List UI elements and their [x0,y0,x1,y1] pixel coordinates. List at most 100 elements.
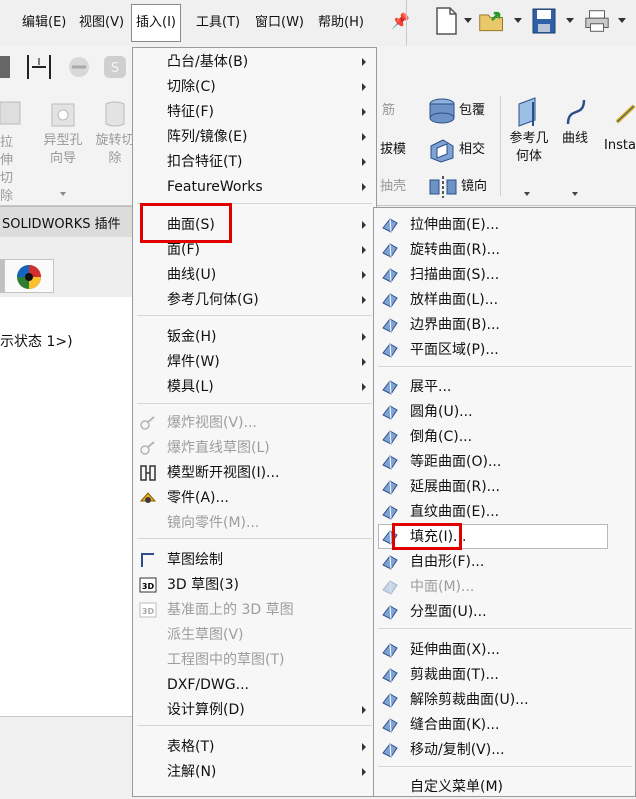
surface-menu-item-planar-surface[interactable]: 平面区域(P)... [410,338,499,362]
insert-menu-item-weldments[interactable]: 焊件(W) [167,350,220,374]
surface-menu-item-untrim-surface[interactable]: 解除剪裁曲面(U)... [410,688,529,712]
instant3d-icon[interactable] [615,98,636,128]
surface-menu-item-fillet[interactable]: 圆角(U)... [410,400,473,424]
rib-label[interactable]: 筋 [382,102,395,120]
insert-menu-item-model-break-view[interactable]: 模型断开视图(I)... [167,461,279,485]
mirror-label[interactable]: 镜向 [461,178,487,196]
insert-menu-item-curve[interactable]: 曲线(U) [167,263,216,287]
curves-label[interactable]: 曲线 [562,130,588,148]
instant3d-label[interactable]: Insta [604,137,636,155]
surface-menu-item-offset-surface[interactable]: 等距曲面(O)... [410,450,501,474]
insert-menu-item-explode-line-sketch: 爆炸直线草图(L) [167,440,270,456]
surface-menu-item-trim-surface[interactable]: 剪裁曲面(T)... [410,663,499,687]
menu-help[interactable]: 帮助(H) [314,10,368,36]
curves-icon[interactable] [562,96,590,128]
insert-menu-item-reference-geometry[interactable]: 参考几何体(G) [167,288,259,312]
surface-menu-item-extend-surface[interactable]: 延伸曲面(X)... [410,638,500,662]
wrap-label[interactable]: 包覆 [459,102,485,120]
surface-menu-item-extruded-surface[interactable]: 拉伸曲面(E)... [410,213,499,237]
surface-menu-item-radiate-surface[interactable]: 延展曲面(R)... [410,475,500,499]
new-document-icon[interactable] [432,6,460,36]
insert-menu: 凸台/基体(B) 切除(C) 特征(F) 阵列/镜像(E) 扣合特征(T) Feature… [132,47,377,797]
extruded-surface-icon [382,218,398,233]
reference-dropdown-icon[interactable] [524,192,530,196]
wrap-icon[interactable] [427,96,457,124]
insert-menu-item-dxf-dwg[interactable]: DXF/DWG... [167,673,249,697]
open-folder-icon[interactable] [478,6,506,36]
reference-geometry-icon[interactable] [515,96,545,128]
insert-menu-item-fastening-feature[interactable]: 扣合特征(T) [167,150,242,174]
relations-icon[interactable] [64,52,94,82]
extruded-cut-icon[interactable] [0,98,24,128]
manager-tabs [0,237,140,297]
features-dropdown-icon[interactable] [60,192,66,196]
ruled-surface-icon [382,505,398,520]
insert-menu-item-molds[interactable]: 模具(L) [167,375,214,399]
submenu-arrow-icon [362,158,366,166]
new-dropdown-icon[interactable] [464,18,472,23]
surface-menu-item-lofted-surface[interactable]: 放样曲面(L)... [410,288,498,312]
surface-menu-item-chamfer[interactable]: 倒角(C)... [410,425,472,449]
save-icon[interactable] [530,6,558,36]
menu-separator [378,766,632,767]
insert-menu-item-sketch-in-drawing: 工程图中的草图(T) [167,652,285,668]
config-state-text: 示状态 1>) [0,334,73,350]
insert-menu-item-tables[interactable]: 表格(T) [167,735,214,759]
hole-wizard-label: 异型孔向导 [43,133,83,166]
insert-menu-item-sheet-metal[interactable]: 钣金(H) [167,325,216,349]
surface-menu-item-revolved-surface[interactable]: 旋转曲面(R)... [410,238,500,262]
highlight-surface-item [140,203,232,243]
insert-menu-item-pattern-mirror[interactable]: 阵列/镜像(E) [167,125,248,149]
flatten-icon [382,380,398,395]
surface-menu-item-flatten[interactable]: 展平... [410,375,451,399]
mirror-icon[interactable] [427,174,459,200]
surface-menu-item-customize-menu[interactable]: 自定义菜单(M) [410,775,503,799]
surface-menu-item-knit-surface[interactable]: 缝合曲面(K)... [410,713,499,737]
intersect-icon[interactable] [427,136,457,164]
surface-menu-item-ruled-surface[interactable]: 直纹曲面(E)... [410,500,499,524]
surface-menu-item-freeform[interactable]: 自由形(F)... [410,550,484,574]
intersect-label[interactable]: 相交 [459,141,485,159]
surface-menu-item-parting-surface[interactable]: 分型面(U)... [410,600,487,624]
insert-menu-item-cut[interactable]: 切除(C) [167,75,216,99]
insert-menu-item-3d-sketch[interactable]: 3D 草图(3) [167,573,239,597]
insert-menu-item-exploded-view: 爆炸视图(V)... [167,415,257,431]
reference-geometry-label[interactable]: 参考几何体 [505,130,553,166]
menu-insert[interactable]: 插入(I) [131,4,181,42]
print-icon[interactable] [583,6,611,36]
curves-dropdown-icon[interactable] [572,192,578,196]
print-dropdown-icon[interactable] [618,18,626,23]
selection-filter-icon[interactable]: S [100,52,130,82]
revolved-cut-icon[interactable] [100,98,130,130]
svg-text:S: S [111,61,119,76]
menu-view[interactable]: 视图(V) [75,10,128,36]
insert-menu-item-sketch[interactable]: 草图绘制 [167,548,223,572]
submenu-arrow-icon [362,183,366,191]
menu-tools[interactable]: 工具(T) [192,10,244,36]
hole-wizard-icon[interactable] [48,98,78,130]
dimension-icon[interactable]: I [24,52,54,82]
surface-menu-item-boundary-surface[interactable]: 边界曲面(B)... [410,313,500,337]
insert-menu-item-part[interactable]: 零件(A)... [167,486,229,510]
trim-surface-icon [382,668,398,683]
insert-menu-item-annotations[interactable]: 注解(N) [167,760,216,784]
insert-menu-item-3d-sketch-on-plane: 基准面上的 3D 草图 [167,602,294,618]
menu-window[interactable]: 窗口(W) [251,10,308,36]
draft-label[interactable]: 拔模 [380,141,406,159]
menu-edit[interactable]: 编辑(E) [18,10,70,36]
surface-menu-item-move-copy[interactable]: 移动/复制(V)... [410,738,505,762]
save-dropdown-icon[interactable] [566,18,574,23]
surface-menu-item-swept-surface[interactable]: 扫描曲面(S)... [410,263,499,287]
addins-tab[interactable]: SOLIDWORKS 插件 [0,206,140,238]
insert-menu-item-features[interactable]: 特征(F) [167,100,214,124]
insert-menu-item-featureworks[interactable]: FeatureWorks [167,175,263,199]
open-dropdown-icon[interactable] [514,18,522,23]
shell-label[interactable]: 抽壳 [380,178,406,196]
insert-menu-item-boss-base[interactable]: 凸台/基体(B) [167,50,248,74]
insert-menu-item-design-study[interactable]: 设计算例(D) [167,698,245,722]
move-copy-icon [382,743,398,758]
insert-menu-item-mirror-part: 镜向零件(M)... [167,515,260,531]
appearance-tab[interactable] [4,259,54,293]
revolved-cut-label: 旋转切除 [95,133,135,166]
surface-submenu: 拉伸曲面(E)... 旋转曲面(R)... 扫描曲面(S)... 放样曲面(L)...… [373,207,636,797]
